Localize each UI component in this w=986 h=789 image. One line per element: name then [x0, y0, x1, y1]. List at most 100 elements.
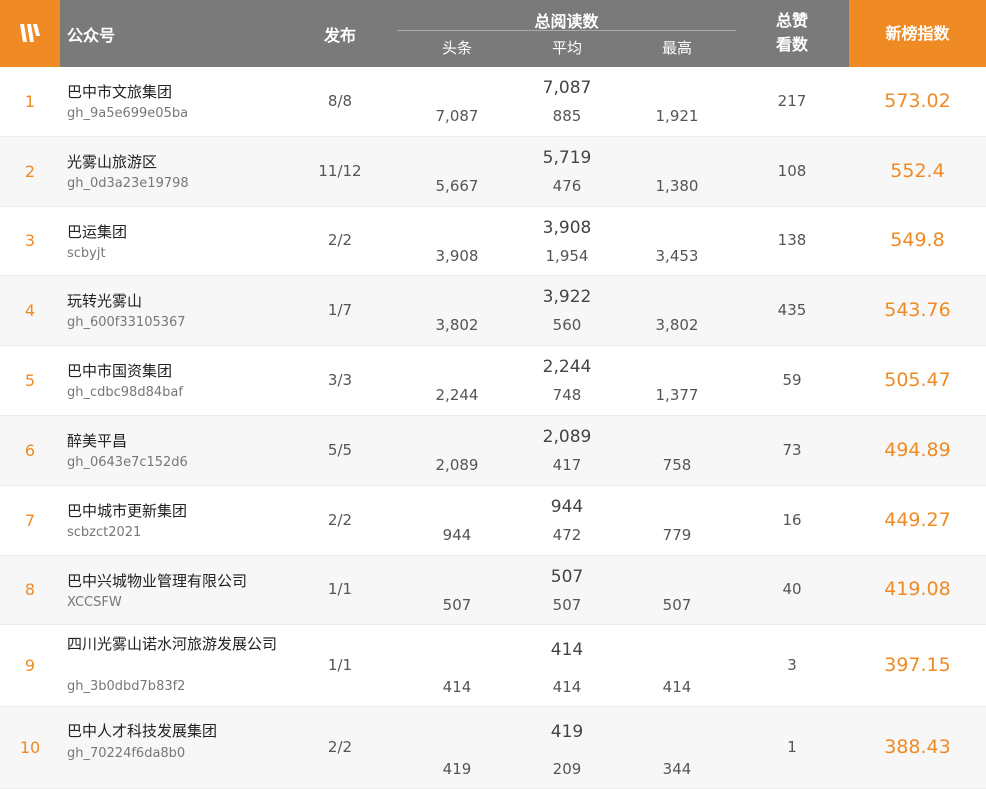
reads-avg: 885	[552, 107, 582, 125]
newrank-index: 397.15	[884, 654, 951, 677]
account-id: gh_0643e7c152d6	[67, 454, 188, 470]
reads-avg: 560	[552, 316, 582, 335]
reads-avg: 476	[552, 176, 582, 195]
reads-avg: 414	[552, 678, 582, 697]
table-row[interactable]: 4 玩转光雾山 gh_600f33105367 1/7 3,922 3,802 560 3,8…	[0, 276, 986, 347]
account-name[interactable]: 四川光雾山诺水河旅游发展公司	[67, 633, 297, 655]
reads-avg: 507	[552, 595, 582, 614]
reads-head: 5,667	[435, 176, 479, 195]
reads-avg: 472	[552, 525, 582, 544]
table-header: 公众号 发布 总阅读数 头条 平均 最高 总赞 看数 新榜指数	[0, 0, 986, 67]
reads-total: 3,922	[542, 287, 592, 308]
brand-logo	[0, 0, 60, 67]
reads-head: 7,087	[435, 107, 479, 125]
reads-total: 2,089	[542, 426, 592, 447]
newrank-index: 505.47	[884, 369, 951, 392]
rank-number: 9	[24, 656, 36, 676]
rank-number: 8	[24, 580, 36, 600]
col-likes-header-line1: 总赞	[775, 11, 808, 30]
account-name[interactable]: 玩转光雾山	[67, 290, 297, 312]
likes-count: 108	[777, 161, 807, 180]
account-name[interactable]: 醉美平昌	[67, 430, 297, 452]
col-reads-max-header: 最高	[661, 39, 692, 57]
reads-head: 944	[442, 525, 472, 544]
account-id: scbyjt	[67, 245, 106, 261]
reads-total: 2,244	[542, 357, 592, 378]
rank-number: 5	[24, 371, 36, 391]
col-account-header: 公众号	[67, 26, 116, 45]
reads-head: 2,089	[435, 455, 479, 474]
table-row[interactable]: 2 光雾山旅游区 gh_0d3a23e19798 11/12 5,719 5,667 476…	[0, 136, 986, 207]
table-row[interactable]: 10 巴中人才科技发展集团 gh_70224f6da8b0 2/2 419 419 209 3…	[0, 707, 986, 789]
table-row[interactable]: 1 巴中市文旅集团 gh_9a5e699e05ba 8/8 7,087 7,087 885 1…	[0, 67, 986, 137]
account-id: scbzct2021	[67, 524, 142, 540]
publish-count: 1/1	[327, 580, 353, 599]
account-name[interactable]: 巴中人才科技发展集团	[67, 720, 297, 742]
publish-count: 2/2	[327, 510, 353, 529]
reads-max: 1,921	[655, 107, 699, 125]
rank-number: 2	[24, 161, 36, 181]
account-name[interactable]: 光雾山旅游区	[67, 151, 297, 173]
table-row[interactable]: 9 四川光雾山诺水河旅游发展公司 gh_3b0dbd7b83f2 1/1 414 414 4…	[0, 625, 986, 708]
account-name[interactable]: 巴中市文旅集团	[67, 81, 297, 103]
rank-number: 1	[24, 91, 36, 111]
publish-count: 1/1	[327, 656, 353, 675]
likes-count: 16	[782, 510, 802, 529]
col-likes-header-line2: 看数	[775, 35, 808, 54]
table-row[interactable]: 3 巴运集团 scbyjt 2/2 3,908 3,908 1,954 3,453 138 549…	[0, 207, 986, 277]
rank-number: 4	[24, 301, 36, 321]
likes-count: 1	[787, 738, 797, 757]
newrank-index: 543.76	[884, 299, 951, 322]
account-id: gh_3b0dbd7b83f2	[67, 679, 186, 695]
account-id: gh_9a5e699e05ba	[67, 106, 189, 121]
header-divider	[397, 30, 736, 31]
reads-head: 3,908	[435, 246, 479, 265]
account-name[interactable]: 巴中兴城物业管理有限公司	[67, 570, 297, 592]
account-name[interactable]: 巴运集团	[67, 221, 297, 243]
account-id: XCCSFW	[67, 594, 122, 610]
reads-head: 507	[442, 595, 472, 614]
publish-count: 2/2	[327, 231, 353, 250]
likes-count: 73	[782, 440, 802, 459]
newrank-index: 552.4	[890, 159, 945, 182]
reads-max: 758	[662, 455, 692, 474]
publish-count: 8/8	[327, 91, 353, 110]
reads-total: 944	[550, 496, 584, 517]
newrank-index: 449.27	[884, 508, 951, 531]
rank-number: 7	[24, 510, 36, 530]
reads-total: 5,719	[542, 147, 592, 168]
publish-count: 5/5	[327, 440, 353, 459]
newrank-index: 419.08	[884, 578, 951, 601]
account-id: gh_cdbc98d84baf	[67, 385, 183, 401]
rank-number: 3	[24, 231, 36, 251]
reads-max: 1,377	[655, 386, 699, 405]
likes-count: 3	[787, 656, 797, 675]
account-name[interactable]: 巴中市国资集团	[67, 360, 297, 382]
likes-count: 59	[782, 371, 802, 390]
reads-total: 414	[550, 640, 584, 661]
col-likes-header: 总赞 看数	[752, 9, 832, 57]
reads-avg: 748	[552, 386, 582, 405]
reads-total: 7,087	[542, 78, 592, 98]
rank-number: 10	[19, 738, 41, 758]
account-id: gh_600f33105367	[67, 315, 186, 331]
newrank-logo-icon	[20, 24, 40, 42]
rank-number: 6	[24, 440, 36, 460]
newrank-index: 573.02	[884, 89, 951, 112]
table-row[interactable]: 8 巴中兴城物业管理有限公司 XCCSFW 1/1 507 507 507 507 40 419.…	[0, 555, 986, 626]
table-row[interactable]: 6 醉美平昌 gh_0643e7c152d6 5/5 2,089 2,089 417 758 7…	[0, 415, 986, 486]
publish-count: 2/2	[327, 738, 353, 757]
table-row[interactable]: 7 巴中城市更新集团 scbzct2021 2/2 944 944 472 779 16 449.…	[0, 486, 986, 556]
reads-total: 507	[550, 566, 584, 587]
table-row[interactable]: 5 巴中市国资集团 gh_cdbc98d84baf 3/3 2,244 2,244 748 1…	[0, 346, 986, 416]
publish-count: 11/12	[318, 161, 362, 180]
likes-count: 40	[782, 580, 802, 599]
likes-count: 435	[777, 301, 807, 320]
reads-total: 3,908	[542, 217, 592, 238]
account-id: gh_70224f6da8b0	[67, 746, 186, 762]
account-name[interactable]: 巴中城市更新集团	[67, 500, 297, 522]
reads-max: 414	[662, 678, 692, 697]
col-publish-header: 发布	[323, 26, 356, 45]
reads-max: 3,453	[655, 246, 699, 265]
col-reads-head-header: 头条	[441, 39, 472, 57]
